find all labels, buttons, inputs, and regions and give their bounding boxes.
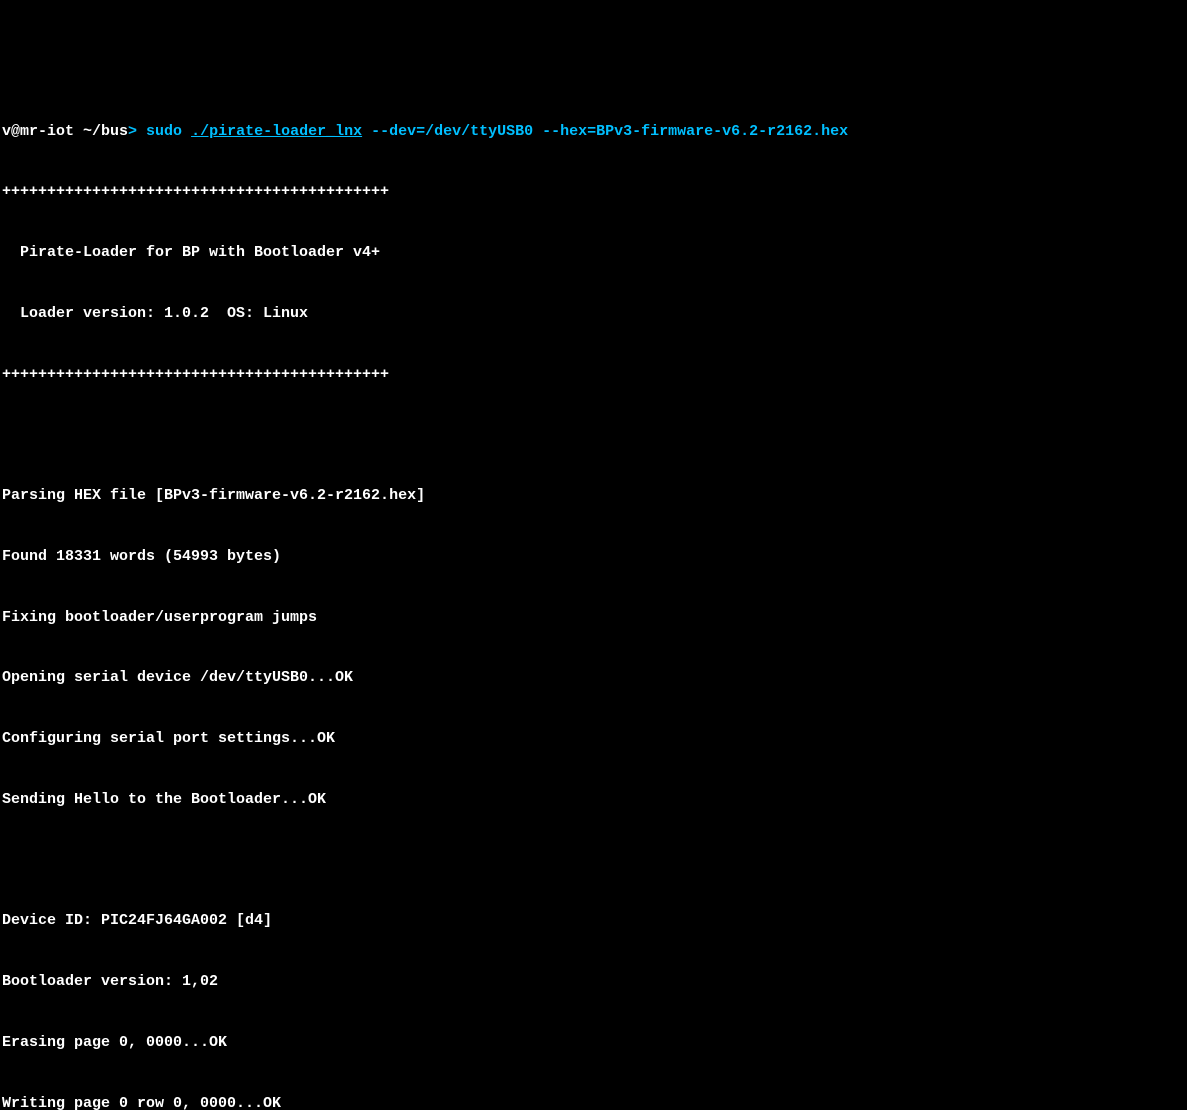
prompt-symbol: > (128, 122, 146, 142)
header-title: Pirate-Loader for BP with Bootloader v4+ (2, 243, 1185, 263)
terminal-window[interactable]: v@mr-iot ~/bus> sudo ./pirate-loader_lnx… (0, 81, 1187, 1110)
sending-status: Sending Hello to the Bootloader...OK (2, 790, 1185, 810)
sudo-command: sudo (146, 122, 191, 142)
separator-top: ++++++++++++++++++++++++++++++++++++++++… (2, 182, 1185, 202)
user-host: v@mr-iot (2, 122, 83, 142)
header-version: Loader version: 1.0.2 OS: Linux (2, 304, 1185, 324)
blank-line (2, 425, 1185, 445)
separator-bottom: ++++++++++++++++++++++++++++++++++++++++… (2, 365, 1185, 385)
write-row-0: Writing page 0 row 0, 0000...OK (2, 1094, 1185, 1110)
device-id: Device ID: PIC24FJ64GA002 [d4] (2, 911, 1185, 931)
executable-path: ./pirate-loader_lnx (191, 122, 362, 142)
blank-line (2, 851, 1185, 871)
erasing-status: Erasing page 0, 0000...OK (2, 1033, 1185, 1053)
command-prompt-line: v@mr-iot ~/bus> sudo ./pirate-loader_lnx… (2, 122, 1185, 142)
fixing-status: Fixing bootloader/userprogram jumps (2, 608, 1185, 628)
opening-status: Opening serial device /dev/ttyUSB0...OK (2, 668, 1185, 688)
configuring-status: Configuring serial port settings...OK (2, 729, 1185, 749)
bootloader-version: Bootloader version: 1,02 (2, 972, 1185, 992)
found-status: Found 18331 words (54993 bytes) (2, 547, 1185, 567)
command-arguments: --dev=/dev/ttyUSB0 --hex=BPv3-firmware-v… (362, 122, 848, 142)
current-path: ~/bus (83, 122, 128, 142)
parsing-status: Parsing HEX file [BPv3-firmware-v6.2-r21… (2, 486, 1185, 506)
